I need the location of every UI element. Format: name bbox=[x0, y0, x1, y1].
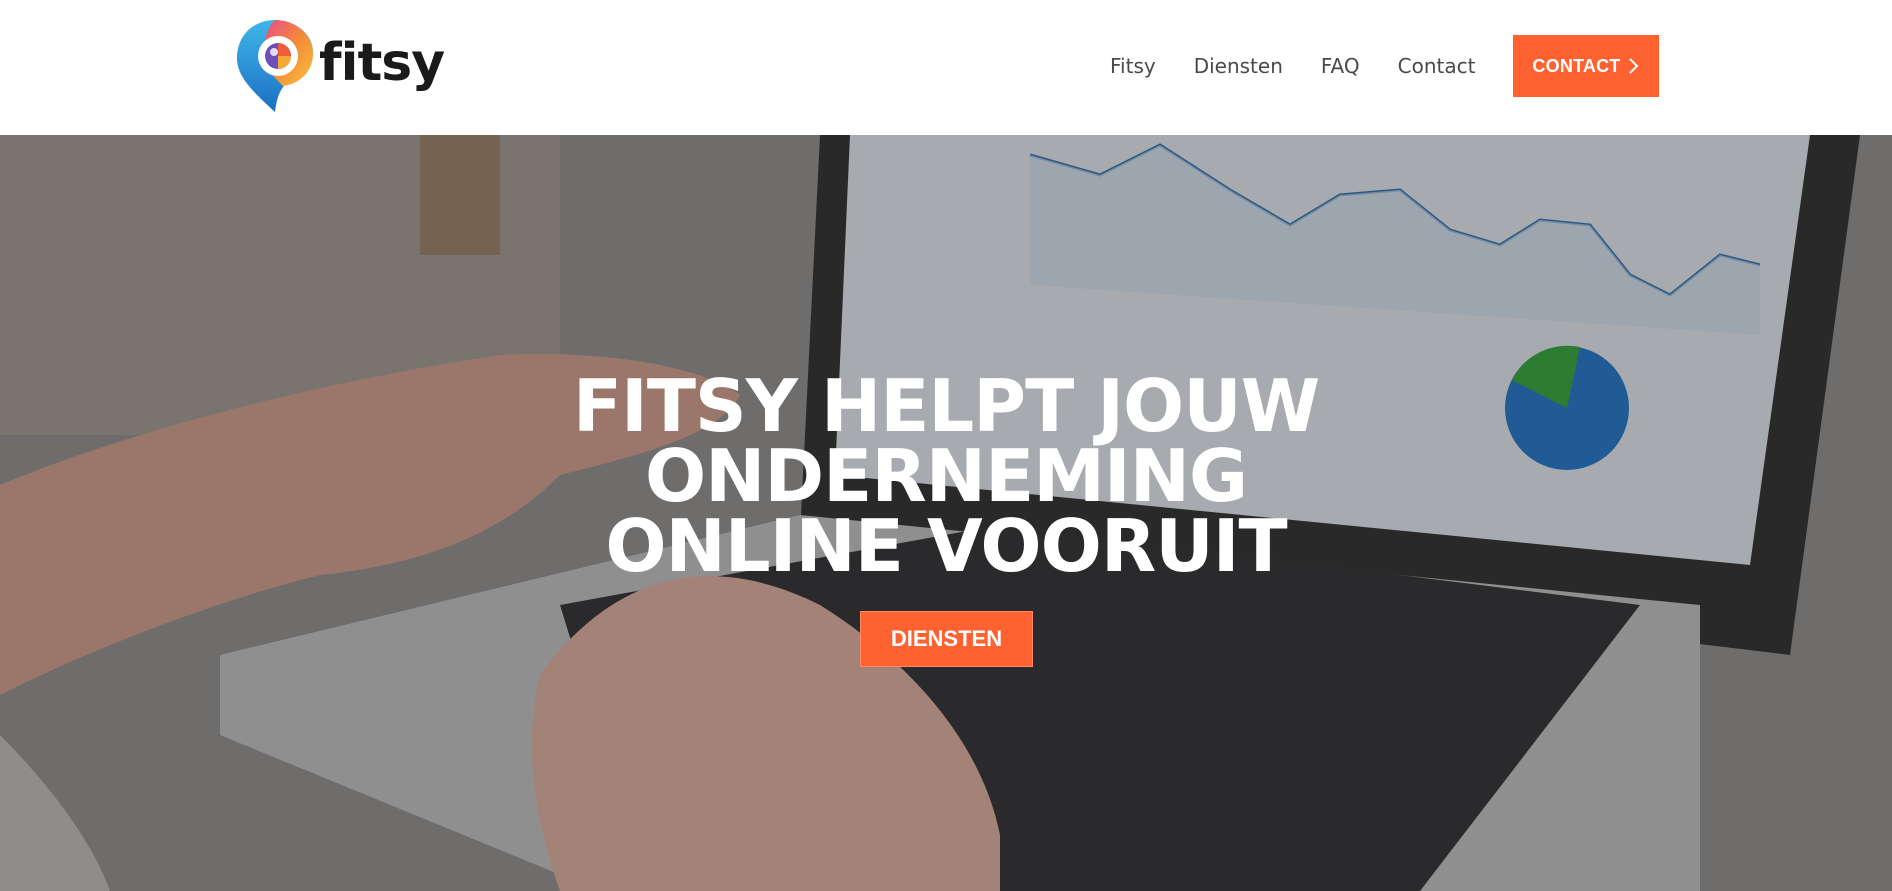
logo-wordmark: fitsy bbox=[319, 33, 445, 93]
nav-item-contact[interactable]: Contact bbox=[1398, 54, 1476, 78]
chevron-right-icon bbox=[1629, 58, 1639, 74]
nav-item-faq[interactable]: FAQ bbox=[1321, 54, 1360, 78]
hero-title-line-3: ONLINE VOORUIT bbox=[605, 504, 1287, 588]
contact-cta-button[interactable]: CONTACT bbox=[1513, 35, 1660, 97]
hero-section: FITSY HELPT JOUW ONDERNEMING ONLINE VOOR… bbox=[0, 135, 1892, 891]
nav-item-diensten[interactable]: Diensten bbox=[1194, 54, 1283, 78]
main-nav: Fitsy Diensten FAQ Contact CONTACT bbox=[1110, 35, 1660, 97]
contact-cta-label: CONTACT bbox=[1532, 55, 1621, 76]
hero-title-line-2: ONDERNEMING bbox=[644, 434, 1248, 518]
fitsy-logo-icon bbox=[237, 20, 313, 112]
hero-title: FITSY HELPT JOUW ONDERNEMING ONLINE VOOR… bbox=[446, 364, 1446, 588]
diensten-button[interactable]: DIENSTEN bbox=[860, 611, 1033, 667]
hero-title-line-1: FITSY HELPT JOUW bbox=[572, 364, 1320, 448]
nav-item-fitsy[interactable]: Fitsy bbox=[1110, 54, 1156, 78]
fitsy-logo[interactable]: fitsy bbox=[233, 16, 445, 116]
site-header: fitsy Fitsy Diensten FAQ Contact CONTACT bbox=[0, 0, 1892, 135]
